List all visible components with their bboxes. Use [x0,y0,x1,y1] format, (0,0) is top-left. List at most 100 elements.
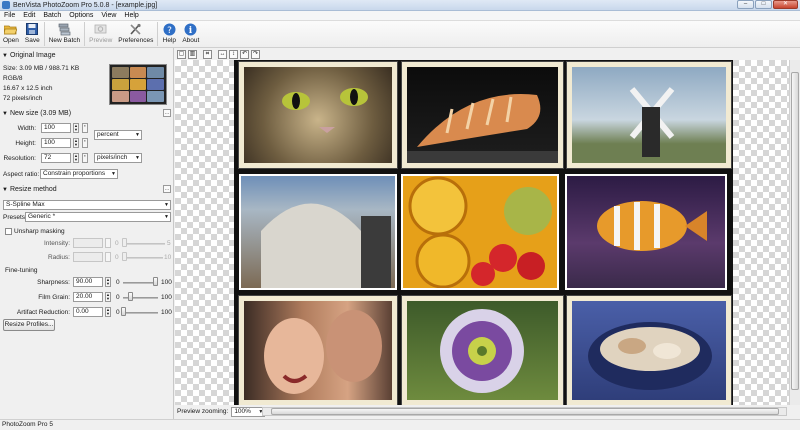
resolution-input[interactable]: 72 [41,153,71,163]
new-size-header[interactable]: ▼ New size (3.09 MB) … [0,109,174,118]
vertical-scroll-thumb[interactable] [791,72,799,390]
intensity-input[interactable] [73,238,103,248]
sharpness-input[interactable]: 90.00 [73,277,103,287]
open-button[interactable]: Open [0,21,22,47]
radius-spinner[interactable] [105,252,111,262]
fit-height-button[interactable]: ↕ [229,49,238,59]
about-info-icon: i [184,22,198,36]
save-button[interactable]: Save [22,21,43,47]
width-input[interactable]: 100 [41,123,71,133]
artifact-reduction-slider-thumb[interactable] [121,307,126,316]
preview-zoom-select[interactable]: 100% ▼ [231,406,266,417]
open-folder-icon [4,22,18,36]
resize-profiles-button[interactable]: Resize Profiles... [3,319,55,331]
intensity-spinner[interactable] [105,238,111,248]
artifact-reduction-slider-track[interactable] [123,312,158,314]
intensity-label: Intensity: [43,240,70,247]
size-unit-value: percent [97,131,119,138]
artifact-reduction-label: Artifact Reduction: [16,309,70,316]
chevron-down-icon: ▼ [135,155,140,161]
about-label: About [182,37,200,44]
height-spinner[interactable]: ▲ ▼ [73,138,79,148]
seashell-photo [402,62,563,168]
original-image-header[interactable]: ▼ Original Image [0,51,174,60]
fit-width-button[interactable]: ↔ [218,49,227,59]
menu-bar: File Edit Batch Options View Help [0,11,800,21]
unsharp-masking-checkbox[interactable] [5,228,12,235]
save-label: Save [24,37,40,44]
preferences-label: Preferences [118,37,154,44]
sharpness-slider-thumb[interactable] [152,277,158,286]
resize-method-header[interactable]: ▼ Resize method … [0,185,174,194]
height-input[interactable]: 100 [41,138,71,148]
crop-button[interactable]: ⌗ [203,49,212,59]
preview-canvas[interactable] [175,60,789,405]
radius-slider-track[interactable] [122,257,163,259]
maximize-button[interactable]: □ [755,0,772,9]
resolution-unit-select[interactable]: pixels/inch ▼ [94,153,142,163]
toolbar-separator [43,22,45,46]
rotate-left-button[interactable]: ↶ [240,49,249,59]
preview-toolbar: ▢ ▥ ⌗ ↔ ↕ ↶ ↷ [175,48,800,60]
about-button[interactable]: i About [179,21,202,47]
menu-help[interactable]: Help [120,12,142,19]
menu-options[interactable]: Options [65,12,97,19]
original-resolution: 72 pixels/inch [3,95,43,102]
open-label: Open [3,37,19,44]
preview-button[interactable]: Preview [86,21,115,47]
menu-edit[interactable]: Edit [19,12,39,19]
radius-min: 0 [115,254,119,261]
single-view-button[interactable]: ▢ [177,49,186,59]
chevron-down-icon: ▼ [135,132,140,138]
preferences-button[interactable]: Preferences [115,21,156,47]
aspect-ratio-select[interactable]: Constrain proportions ▼ [40,169,118,179]
film-grain-input[interactable]: 20.00 [73,292,103,302]
svg-text:?: ? [167,26,172,36]
chevron-down-icon: ▼ [164,214,169,220]
new-size-menu-button[interactable]: … [163,109,171,117]
chevron-down-icon: ▼ [111,171,116,177]
vertical-scrollbar[interactable] [789,60,800,405]
film-grain-spinner[interactable]: ▲ ▼ [105,292,111,302]
artifact-reduction-spinner[interactable]: ▲ ▼ [105,307,111,317]
resolution-spinner[interactable]: ▲ ▼ [73,153,79,163]
intensity-slider-track[interactable] [122,243,165,245]
film-grain-slider-thumb[interactable] [128,292,133,301]
radius-input[interactable] [73,252,103,262]
horizontal-scrollbar[interactable] [262,407,787,416]
help-button[interactable]: ? Help [159,21,179,47]
minimize-button[interactable]: – [737,0,754,9]
original-mode: RGB/8 [3,75,23,82]
rotate-right-button[interactable]: ↷ [251,49,260,59]
film-grain-label: Film Grain: [38,294,70,301]
menu-file[interactable]: File [0,12,19,19]
artifact-reduction-min: 0 [116,309,120,316]
width-spinner[interactable]: ▲ ▼ [73,123,79,133]
chevron-down-icon: ▼ [164,202,169,208]
film-grain-max: 100 [161,294,172,301]
size-unit-select[interactable]: percent ▼ [94,130,142,140]
resolution-link-toggle[interactable]: ▪ [82,153,88,163]
sharpness-min: 0 [116,279,120,286]
sharpness-spinner[interactable]: ▲ ▼ [105,277,111,287]
resize-method-select[interactable]: S-Spline Max ▼ [3,200,171,210]
resize-method-menu-button[interactable]: … [163,185,171,193]
width-link-toggle[interactable]: ▪ [82,123,88,133]
presets-select[interactable]: Generic * ▼ [25,212,171,222]
radius-slider-thumb[interactable] [122,252,127,261]
original-thumbnail [109,64,167,105]
menu-batch[interactable]: Batch [39,12,65,19]
horizontal-scroll-thumb[interactable] [271,408,779,415]
status-bar: PhotoZoom Pro 5 [0,419,800,430]
preview-label: Preview [89,37,113,44]
new-batch-button[interactable]: New Batch [46,21,83,47]
unsharp-masking-label: Unsharp masking [14,228,65,235]
height-link-toggle[interactable]: ▪ [82,138,88,148]
menu-view[interactable]: View [97,12,120,19]
width-label: Width: [17,125,36,132]
split-view-button[interactable]: ▥ [188,49,197,59]
cat-photo [239,62,397,168]
close-button[interactable]: ✕ [773,0,798,9]
artifact-reduction-input[interactable]: 0.00 [73,307,103,317]
intensity-slider-thumb[interactable] [122,238,127,247]
